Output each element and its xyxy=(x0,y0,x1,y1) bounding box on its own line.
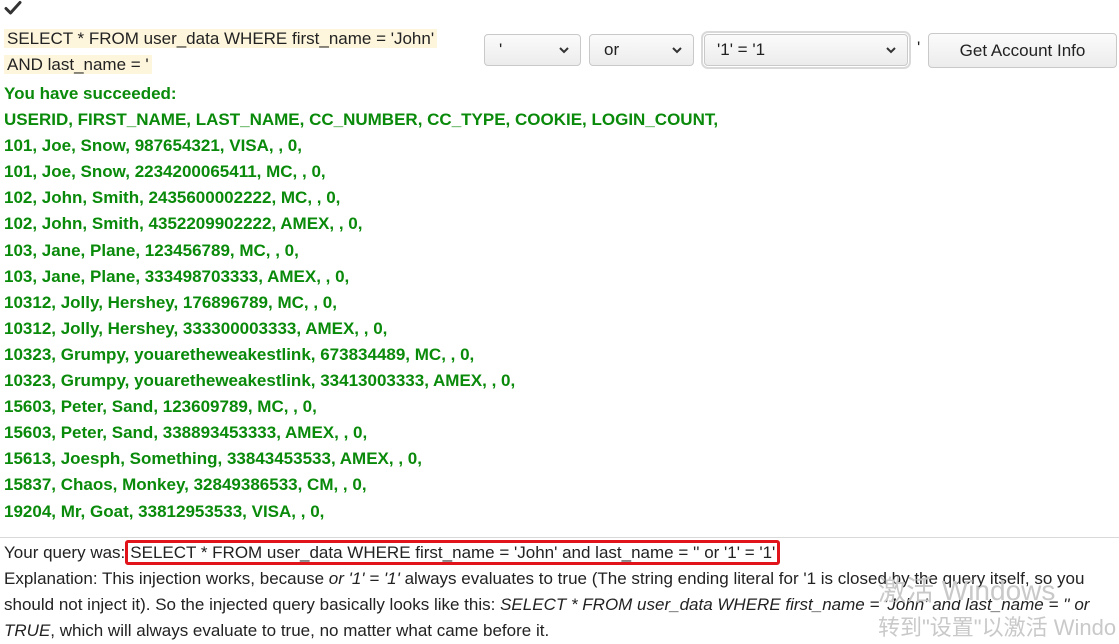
explanation-part: Explanation: This injection works, becau… xyxy=(4,569,329,588)
trailing-quote: ' xyxy=(917,38,921,57)
result-row: 101, Joe, Snow, 987654321, VISA, , 0, xyxy=(4,136,302,156)
condition-select[interactable]: '1' = '1 xyxy=(701,31,911,69)
operator-select-value: or xyxy=(604,40,620,59)
result-row: 103, Jane, Plane, 333498703333, AMEX, , … xyxy=(4,266,350,286)
feedback-section: Your query was: SELECT * FROM user_data W… xyxy=(4,540,1116,644)
result-row: 15603, Peter, Sand, 123609789, MC, , 0, xyxy=(4,397,317,417)
success-message: You have succeeded: xyxy=(4,84,177,103)
chevron-down-icon xyxy=(886,47,896,54)
check-icon xyxy=(4,1,22,15)
query-line-1: SELECT * FROM user_data WHERE first_name… xyxy=(4,29,438,48)
result-row: 102, John, Smith, 4352209902222, AMEX, ,… xyxy=(4,214,363,234)
result-row: 19204, Mr, Goat, 33812953533, VISA, , 0, xyxy=(4,501,325,521)
get-account-info-button[interactable]: Get Account Info xyxy=(928,33,1117,68)
result-row: 10323, Grumpy, youaretheweakestlink, 334… xyxy=(4,371,516,391)
result-row: 101, Joe, Snow, 2234200065411, MC, , 0, xyxy=(4,162,326,182)
explanation-part: , which will always evaluate to true, no… xyxy=(50,621,550,640)
quote-select-value: ' xyxy=(499,40,503,59)
query-prefix-label: Your query was: xyxy=(4,543,126,562)
result-row: 10312, Jolly, Hershey, 333300003333, AME… xyxy=(4,318,388,338)
result-row: 10312, Jolly, Hershey, 176896789, MC, , … xyxy=(4,292,337,312)
quote-select[interactable]: ' xyxy=(484,34,581,66)
executed-query-highlight: SELECT * FROM user_data WHERE first_name… xyxy=(125,540,781,565)
condition-select-value: '1' = '1 xyxy=(717,40,766,59)
result-row: 15837, Chaos, Monkey, 32849386533, CM, ,… xyxy=(4,475,367,495)
query-template-text: SELECT * FROM user_data WHERE first_name… xyxy=(4,26,464,78)
result-row: 10323, Grumpy, youaretheweakestlink, 673… xyxy=(4,344,475,364)
results-header: USERID, FIRST_NAME, LAST_NAME, CC_NUMBER… xyxy=(4,110,719,130)
result-row: 103, Jane, Plane, 123456789, MC, , 0, xyxy=(4,240,299,260)
result-row: 15613, Joesph, Something, 33843453533, A… xyxy=(4,449,422,469)
operator-select[interactable]: or xyxy=(589,34,694,66)
chevron-down-icon xyxy=(559,47,569,54)
chevron-down-icon xyxy=(672,47,682,54)
executed-query-line: Your query was: SELECT * FROM user_data W… xyxy=(4,540,1116,566)
divider xyxy=(0,537,1119,538)
explanation-text: Explanation: This injection works, becau… xyxy=(4,566,1116,644)
results-output: You have succeeded: USERID, FIRST_NAME, … xyxy=(4,81,718,525)
query-line-2: AND last_name = ' xyxy=(4,55,152,74)
result-row: 102, John, Smith, 2435600002222, MC, , 0… xyxy=(4,188,341,208)
result-row: 15603, Peter, Sand, 338893453333, AMEX, … xyxy=(4,423,368,443)
explanation-emphasis: or '1' = '1' xyxy=(328,569,400,588)
